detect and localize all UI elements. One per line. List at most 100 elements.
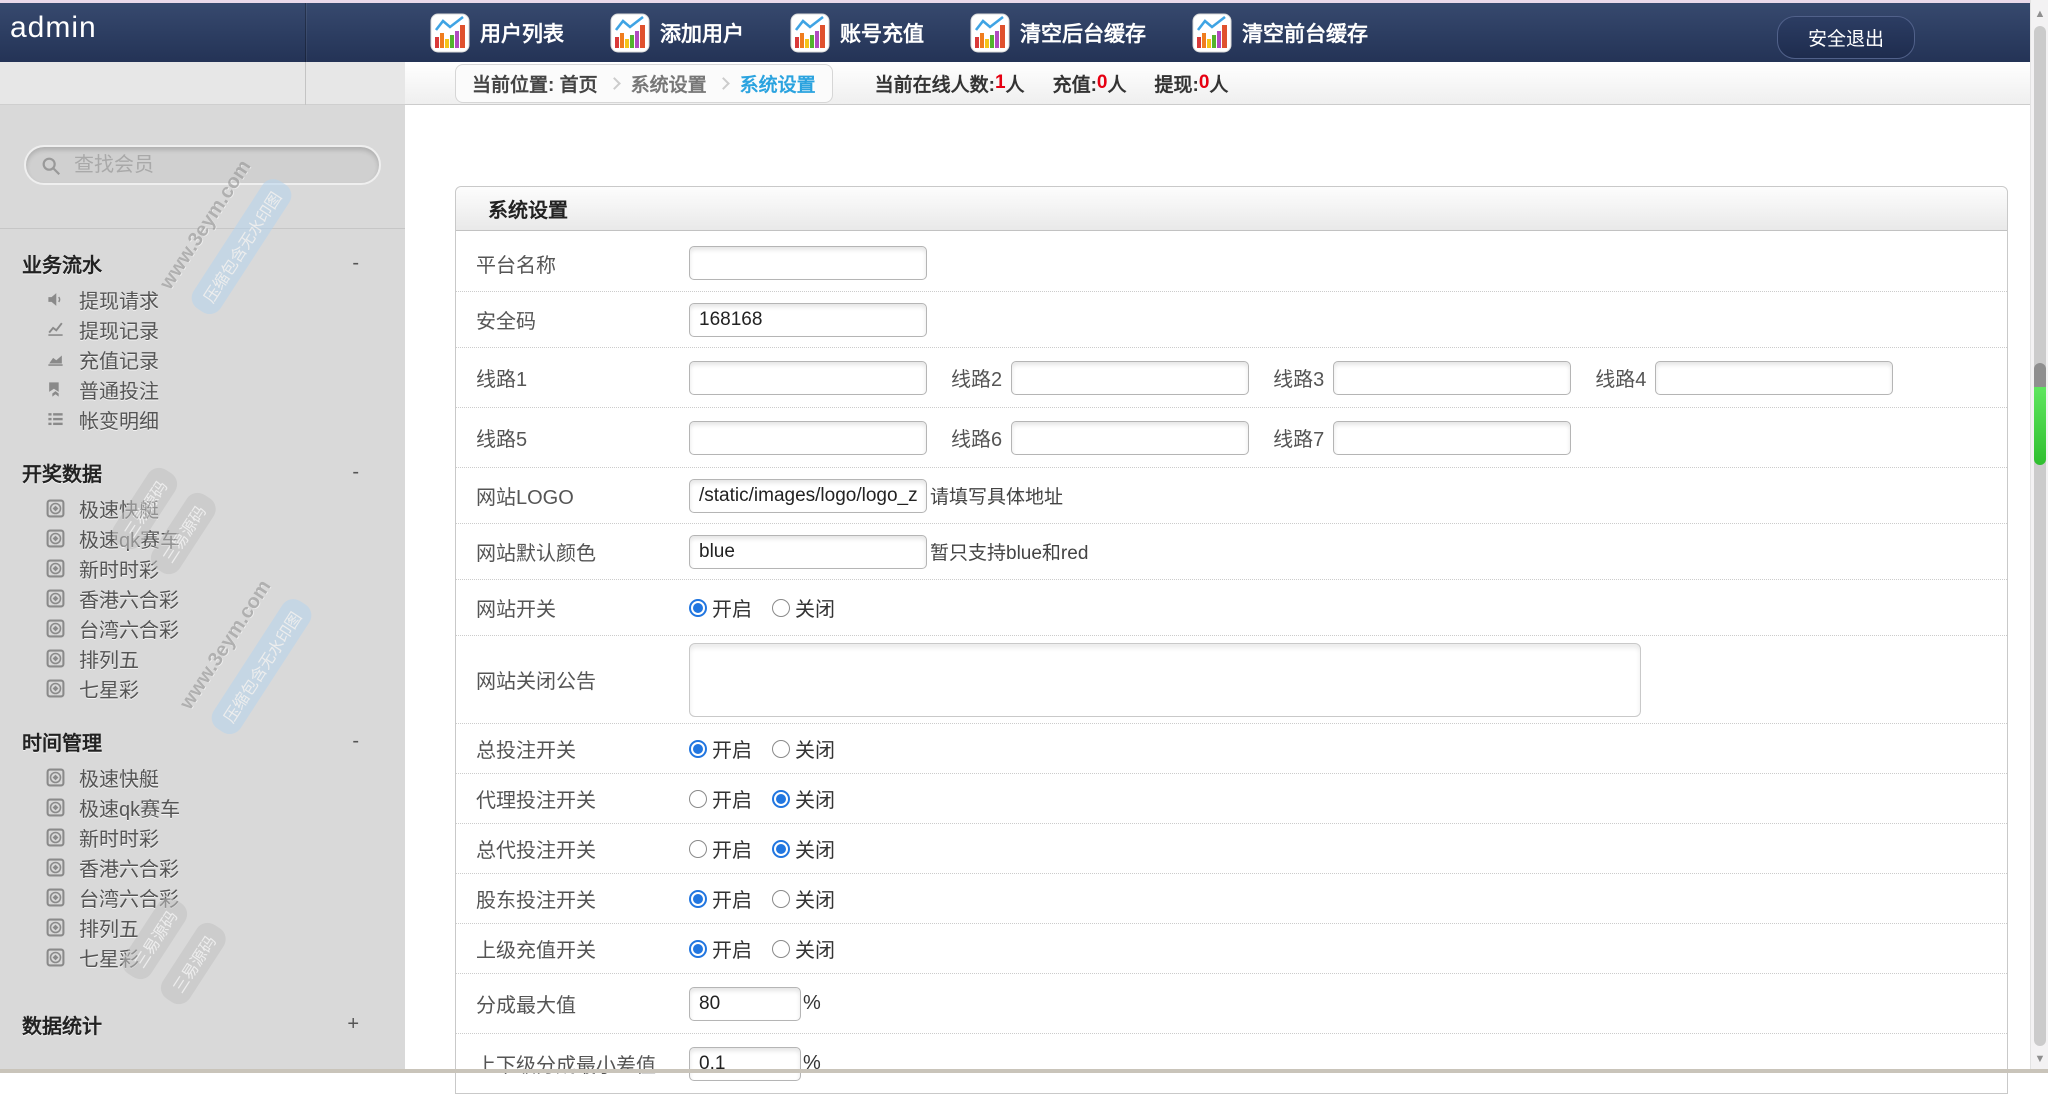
default-color-input[interactable] xyxy=(689,535,927,569)
sidebar-item-label: 台湾六合彩 xyxy=(79,883,179,912)
line3-input[interactable] xyxy=(1333,361,1571,395)
radio-off[interactable] xyxy=(772,940,790,958)
radio-off-label[interactable]: 关闭 xyxy=(795,593,835,622)
sidebar-item-hk-lhc[interactable]: 香港六合彩 xyxy=(0,852,405,882)
scrollbar-track[interactable] xyxy=(2034,26,2046,1046)
sidebar-item-label: 排列五 xyxy=(79,644,139,673)
field-label: 代理投注开关 xyxy=(476,784,689,813)
sidebar-item-speed-boat[interactable]: 极速快艇 xyxy=(0,762,405,792)
target-icon xyxy=(46,858,65,877)
stat-label: 当前在线人数: xyxy=(875,70,995,97)
section-header[interactable]: 数据统计 + xyxy=(0,1002,405,1045)
radio-on-label[interactable]: 开启 xyxy=(712,784,752,813)
online-stats: 当前在线人数: 1 人 充值: 0 人 提现: 0 人 xyxy=(875,70,1229,97)
radio-on-label[interactable]: 开启 xyxy=(712,834,752,863)
radio-off-label[interactable]: 关闭 xyxy=(795,834,835,863)
sidebar-item-pailie5[interactable]: 排列五 xyxy=(0,912,405,942)
max-share-input[interactable] xyxy=(689,987,801,1021)
target-icon xyxy=(46,589,65,608)
scrollbar-thumb[interactable] xyxy=(2034,363,2046,465)
radio-on-label[interactable]: 开启 xyxy=(712,734,752,763)
member-search xyxy=(24,145,381,185)
target-icon xyxy=(46,888,65,907)
radio-on[interactable] xyxy=(689,599,707,617)
sidebar-item-recharge-record[interactable]: 充值记录 xyxy=(0,344,405,374)
stat-label: 充值: xyxy=(1053,70,1097,97)
field-label: 上级充值开关 xyxy=(476,934,689,963)
radio-on[interactable] xyxy=(689,740,707,758)
radio-group: 开启 关闭 xyxy=(689,784,855,813)
sidebar-item-withdraw-request[interactable]: 提现请求 xyxy=(0,284,405,314)
line7-input[interactable] xyxy=(1333,421,1571,455)
nav-user-list[interactable]: 用户列表 xyxy=(430,13,564,53)
sidebar-item-normal-bet[interactable]: 普通投注 xyxy=(0,374,405,404)
line5-input[interactable] xyxy=(689,421,927,455)
sidebar-item-new-ssc[interactable]: 新时时彩 xyxy=(0,553,405,583)
radio-off[interactable] xyxy=(772,890,790,908)
sidebar-item-withdraw-record[interactable]: 提现记录 xyxy=(0,314,405,344)
sidebar-item-tw-lhc[interactable]: 台湾六合彩 xyxy=(0,882,405,912)
speaker-icon xyxy=(46,290,65,309)
search-input[interactable] xyxy=(74,147,374,183)
radio-off-label[interactable]: 关闭 xyxy=(795,784,835,813)
nav-clear-frontend-cache[interactable]: 清空前台缓存 xyxy=(1192,13,1368,53)
line1-input[interactable] xyxy=(689,361,927,395)
scroll-down-arrow[interactable]: ▼ xyxy=(2031,1053,2048,1065)
section-header[interactable]: 业务流水 - xyxy=(0,241,405,284)
sidebar-item-new-ssc[interactable]: 新时时彩 xyxy=(0,822,405,852)
radio-on[interactable] xyxy=(689,940,707,958)
logout-button[interactable]: 安全退出 xyxy=(1777,16,1915,59)
field-label: 上下级分成最小差值 xyxy=(476,1049,689,1078)
radio-on[interactable] xyxy=(689,790,707,808)
radio-off[interactable] xyxy=(772,790,790,808)
field-label: 线路3 xyxy=(1273,363,1324,392)
radio-on-label[interactable]: 开启 xyxy=(712,884,752,913)
nav-account-recharge[interactable]: 账号充值 xyxy=(790,13,924,53)
sidebar-item-label: 极速快艇 xyxy=(79,763,159,792)
scroll-up-arrow[interactable]: ▲ xyxy=(2031,8,2048,20)
radio-on-label[interactable]: 开启 xyxy=(712,934,752,963)
radio-on[interactable] xyxy=(689,890,707,908)
radio-off[interactable] xyxy=(772,740,790,758)
sidebar-item-speed-qk-racing[interactable]: 极速qk赛车 xyxy=(0,523,405,553)
radio-off-label[interactable]: 关闭 xyxy=(795,884,835,913)
sidebar-item-hk-lhc[interactable]: 香港六合彩 xyxy=(0,583,405,613)
radio-off-label[interactable]: 关闭 xyxy=(795,934,835,963)
sidebar-item-tw-lhc[interactable]: 台湾六合彩 xyxy=(0,613,405,643)
sidebar-item-account-change-detail[interactable]: 帐变明细 xyxy=(0,404,405,434)
section-header[interactable]: 时间管理 - xyxy=(0,719,405,762)
line4-input[interactable] xyxy=(1655,361,1893,395)
nav-clear-backend-cache[interactable]: 清空后台缓存 xyxy=(970,13,1146,53)
sidebar-item-label: 普通投注 xyxy=(79,375,159,404)
sidebar-item-qixingcai[interactable]: 七星彩 xyxy=(0,942,405,972)
sidebar-item-pailie5[interactable]: 排列五 xyxy=(0,643,405,673)
platform-name-input[interactable] xyxy=(689,246,927,280)
sidebar-item-label: 香港六合彩 xyxy=(79,584,179,613)
section-header[interactable]: 开奖数据 - xyxy=(0,450,405,493)
security-code-input[interactable] xyxy=(689,303,927,337)
radio-on[interactable] xyxy=(689,840,707,858)
line6-input[interactable] xyxy=(1011,421,1249,455)
breadcrumb-item[interactable]: 系统设置 xyxy=(631,70,707,97)
section-title: 开奖数据 xyxy=(22,458,102,487)
sidebar-item-speed-qk-racing[interactable]: 极速qk赛车 xyxy=(0,792,405,822)
breadcrumb-prefix[interactable]: 当前位置: 首页 xyxy=(472,70,598,97)
site-logo-input[interactable] xyxy=(689,479,927,513)
close-notice-textarea[interactable] xyxy=(689,643,1641,717)
stat-suffix: 人 xyxy=(1006,70,1025,97)
sidebar-section-business-flow: 业务流水 - 提现请求 提现记录 充值记录 普通投注 xyxy=(0,241,405,434)
sidebar-item-qixingcai[interactable]: 七星彩 xyxy=(0,673,405,703)
field-label: 安全码 xyxy=(476,305,689,334)
form-row-platform-name: 平台名称 xyxy=(456,235,2007,291)
nav-add-user[interactable]: 添加用户 xyxy=(610,13,744,53)
sidebar-item-speed-boat[interactable]: 极速快艇 xyxy=(0,493,405,523)
min-share-diff-input[interactable] xyxy=(689,1047,801,1081)
radio-off-label[interactable]: 关闭 xyxy=(795,734,835,763)
line2-input[interactable] xyxy=(1011,361,1249,395)
radio-on-label[interactable]: 开启 xyxy=(712,593,752,622)
sidebar-top-strip xyxy=(0,62,405,105)
sidebar-top-divider xyxy=(305,62,306,105)
radio-off[interactable] xyxy=(772,599,790,617)
radio-off[interactable] xyxy=(772,840,790,858)
breadcrumb: 当前位置: 首页 系统设置 系统设置 xyxy=(455,64,833,103)
